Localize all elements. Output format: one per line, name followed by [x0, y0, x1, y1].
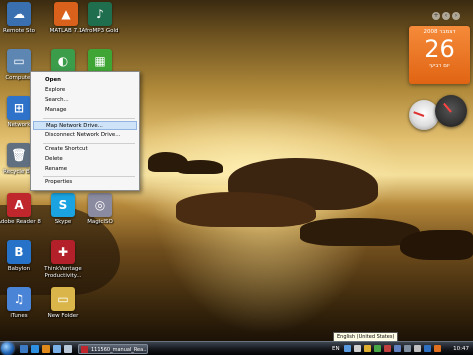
calendar-day: 26 [424, 35, 455, 63]
previous-icon[interactable]: ‹ [442, 12, 450, 20]
quick-launch-overflow-icon[interactable] [64, 345, 72, 353]
tray-battery-icon[interactable] [414, 345, 421, 352]
desktop-icon-label: Adobe Reader 8 [0, 219, 41, 225]
magiciso-icon: ◎ [88, 193, 112, 217]
recycle-bin-icon: 🗑 [7, 143, 31, 167]
adobe-reader-8-icon: A [7, 193, 31, 217]
skype-icon: S [51, 193, 75, 217]
desktop-icon-thinkvantage-productivity[interactable]: ✚ ThinkVantage Productivity... [40, 240, 86, 279]
desktop-icon-label: New Folder [47, 313, 79, 319]
desktop-icon-label: MagicISO [87, 219, 113, 225]
desktop-icon-label: ThinkVantage Productivity... [44, 266, 82, 279]
matlab-7-1-icon: ▲ [54, 2, 78, 26]
switch-windows-icon[interactable] [53, 345, 61, 353]
tray-app-icon[interactable] [384, 345, 391, 352]
menu-item-rename[interactable]: Rename [33, 165, 137, 174]
tray-keyboard-icon[interactable] [344, 345, 351, 352]
add-gadget-icon[interactable]: + [432, 12, 440, 20]
desktop-icon-afromp3-gold[interactable]: ♪ AfroMP3 Gold [77, 2, 123, 35]
network-icon: ⊞ [7, 96, 31, 120]
unlabeled-5-icon: ▦ [88, 49, 112, 73]
desktop-icon-label: iTunes [10, 313, 28, 319]
pdf-icon [81, 346, 88, 353]
desktop-icon-itunes[interactable]: ♫ iTunes [0, 287, 42, 320]
desktop-icon-new-folder[interactable]: ▭ New Folder [40, 287, 86, 320]
system-tray: EN 10:47 [330, 343, 473, 355]
thinkvantage-productivity-icon: ✚ [51, 240, 75, 264]
tray-volume-icon[interactable] [404, 345, 411, 352]
desktop-icon-remote-sto[interactable]: ☁ Remote Sto [0, 2, 42, 35]
menu-item-map-network-drive[interactable]: Map Network Drive... [33, 121, 137, 130]
menu-item-delete[interactable]: Delete [33, 155, 137, 164]
gauge-needle [443, 102, 452, 113]
desktop-icon-label: Babylon [7, 266, 31, 272]
menu-item-disconnect-network-drive[interactable]: Disconnect Network Drive... [33, 131, 137, 140]
menu-item-properties[interactable]: Properties [33, 178, 137, 187]
internet-explorer-icon[interactable] [31, 345, 39, 353]
context-menu: Open Explore Search... Manage Map Networ… [30, 71, 140, 191]
gauge-needle [413, 111, 425, 117]
desktop-icon-label: Remote Sto [3, 28, 35, 34]
calendar-weekday: יום רביעי [429, 63, 450, 69]
desktop[interactable]: ☁ Remote Sto ▲ MATLAB 7.1 ♪ AfroMP3 Gold ▭ Comp… [0, 0, 473, 355]
desktop-icon-adobe-reader-8[interactable]: A Adobe Reader 8 [0, 193, 42, 226]
babylon-icon: B [7, 240, 31, 264]
menu-item-create-shortcut[interactable]: Create Shortcut [33, 145, 137, 154]
taskbar-window-label: 111560_manual_Rea... [91, 347, 148, 353]
language-indicator[interactable]: EN [332, 344, 340, 354]
wallpaper-rock [400, 230, 473, 260]
show-desktop-icon[interactable] [20, 345, 28, 353]
unlabeled-4-icon: ◐ [51, 49, 75, 73]
tray-bluetooth-icon[interactable] [424, 345, 431, 352]
clock[interactable]: 10:47 [453, 344, 469, 354]
calendar-gadget[interactable]: דצמבר 2008 26 יום רביעי [409, 26, 470, 84]
itunes-icon: ♫ [7, 287, 31, 311]
media-player-icon[interactable] [42, 345, 50, 353]
menu-separator [43, 176, 135, 177]
menu-item-open[interactable]: Open [33, 76, 137, 85]
tray-app-icon[interactable] [364, 345, 371, 352]
menu-separator [43, 118, 135, 119]
wallpaper-rock [178, 160, 223, 174]
desktop-icon-label: AfroMP3 Gold [81, 28, 119, 34]
desktop-icon-babylon[interactable]: B Babylon [0, 240, 42, 273]
tray-app-icon[interactable] [374, 345, 381, 352]
tray-app-icon[interactable] [434, 345, 441, 352]
tray-network-icon[interactable] [394, 345, 401, 352]
next-icon[interactable]: › [452, 12, 460, 20]
cpu-meter-gauge[interactable] [409, 100, 439, 130]
new-folder-icon: ▭ [51, 287, 75, 311]
afromp3-gold-icon: ♪ [88, 2, 112, 26]
desktop-icon-magiciso[interactable]: ◎ MagicISO [77, 193, 123, 226]
computer-icon: ▭ [7, 49, 31, 73]
taskbar: 111560_manual_Rea... EN 10:47 [0, 341, 473, 355]
sidebar-controls: + ‹ › [432, 2, 470, 20]
menu-separator [43, 143, 135, 144]
remote-sto-icon: ☁ [7, 2, 31, 26]
tray-help-icon[interactable] [354, 345, 361, 352]
menu-item-search[interactable]: Search... [33, 96, 137, 105]
memory-meter-gauge[interactable] [435, 95, 467, 127]
taskbar-window-button[interactable]: 111560_manual_Rea... [78, 344, 148, 354]
start-button[interactable] [1, 342, 14, 355]
menu-item-explore[interactable]: Explore [33, 86, 137, 95]
menu-item-manage[interactable]: Manage [33, 106, 137, 115]
